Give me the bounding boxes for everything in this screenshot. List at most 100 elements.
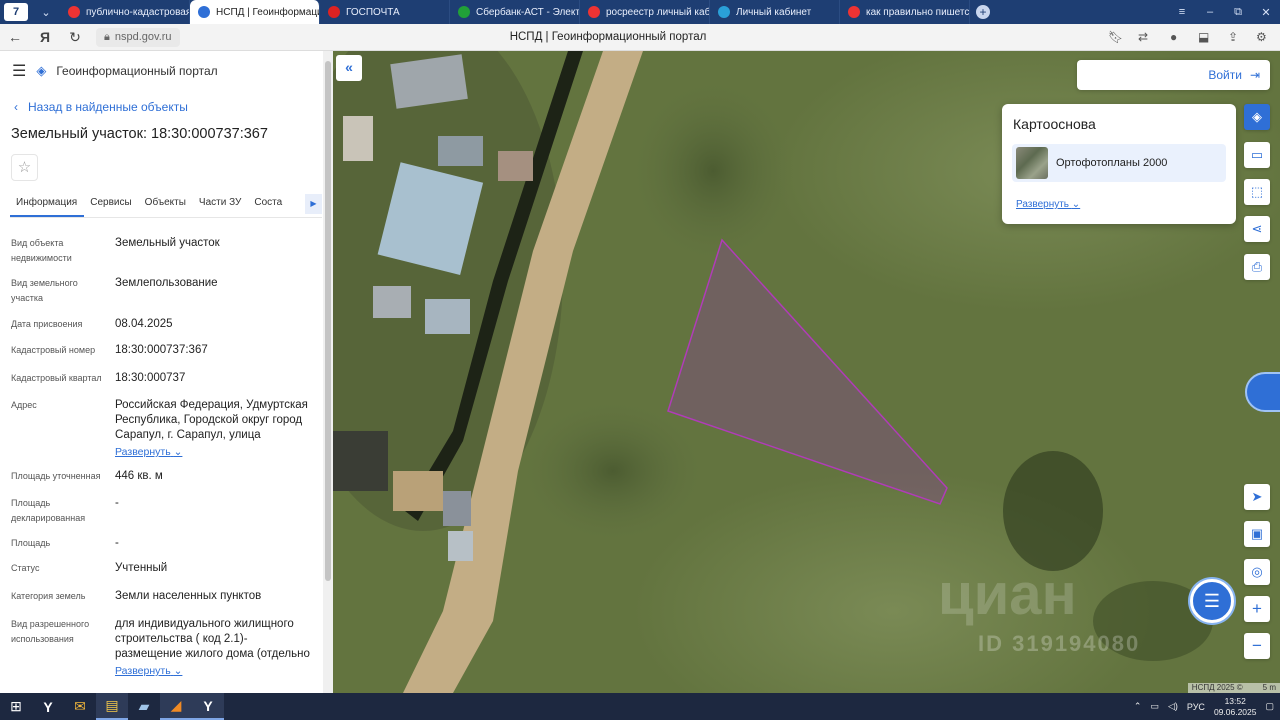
tab-parts[interactable]: Части ЗУ: [193, 191, 248, 217]
tab-title: росреестр личный кабин: [606, 6, 710, 18]
share-icon[interactable]: ⇪: [1228, 30, 1238, 44]
field-label: Вид разрешенного использования: [11, 619, 90, 644]
browser-tab[interactable]: ГОСПОЧТА: [320, 0, 450, 24]
tab-title: как правильно пишется к: [866, 6, 970, 18]
tab-objects[interactable]: Объекты: [139, 191, 193, 217]
login-icon: ⇥: [1249, 68, 1260, 82]
notes-app-icon[interactable]: ▰: [128, 693, 160, 720]
select-area-icon[interactable]: ⬚: [1244, 179, 1270, 205]
settings-icon[interactable]: ⚙: [1256, 30, 1267, 44]
extension-icon[interactable]: ●: [1170, 30, 1177, 44]
restore-window-icon[interactable]: ⧉: [1224, 6, 1252, 19]
downloads-icon[interactable]: ⬓: [1198, 30, 1209, 44]
back-arrow-icon[interactable]: ←: [0, 29, 30, 45]
basemap-option-label: Ортофотопланы 2000: [1056, 157, 1168, 169]
field-value: 446 кв. м: [115, 470, 163, 482]
tab-services[interactable]: Сервисы: [84, 191, 138, 217]
login-button[interactable]: Войти ⇥: [1077, 60, 1270, 90]
address-bar: ← Я ↻ 🔒︎ nspd.gov.ru НСПД | Геоинформаци…: [0, 24, 1280, 51]
notifications-icon[interactable]: ▢: [1265, 701, 1274, 712]
print-icon[interactable]: ⎙: [1244, 254, 1270, 280]
expand-address-link[interactable]: Развернуть ⌄: [115, 445, 315, 460]
chevron-down-icon: ⌄: [173, 665, 183, 677]
yandex-taskbar-icon[interactable]: Y: [32, 693, 64, 720]
chevron-down-icon: ⌄: [1071, 199, 1081, 210]
field-value: Землепользование: [115, 277, 218, 289]
language-indicator[interactable]: РУС: [1187, 702, 1205, 712]
tabs-menu-chevron-icon[interactable]: ⌄: [32, 6, 60, 19]
scrollbar-thumb[interactable]: [325, 61, 331, 581]
browser-tab[interactable]: Личный кабинет: [710, 0, 840, 24]
minimize-window-icon[interactable]: –: [1196, 6, 1224, 19]
volume-icon[interactable]: ◁): [1168, 701, 1178, 712]
windows-taskbar: ⊞ Y ✉ ▤ ▰ ◢ Y ⌃ ▭ ◁) РУС 13:52 09.06.202…: [0, 693, 1280, 720]
browser-logo-icon[interactable]: 7: [4, 3, 28, 21]
tabs-scroll-right-icon[interactable]: ▶: [305, 194, 322, 214]
windows-start-icon[interactable]: ⊞: [0, 693, 32, 720]
feedback-button[interactable]: [1245, 372, 1280, 412]
sidebar-scrollbar[interactable]: [323, 51, 333, 693]
ruler-icon[interactable]: ▭: [1244, 142, 1270, 168]
tab-favicon-icon: [198, 6, 210, 18]
hamburger-menu-icon[interactable]: ☰: [12, 61, 26, 81]
navigate-arrow-icon[interactable]: ➤: [1244, 484, 1270, 510]
file-explorer-icon[interactable]: ▤: [96, 693, 128, 720]
scale-label: 5 m: [1262, 683, 1276, 692]
system-tray: ⌃ ▭ ◁) РУС 13:52 09.06.2025 ▢: [1134, 693, 1274, 720]
field-value: Земли населенных пунктов: [115, 590, 262, 602]
basemap-option-orthophoto[interactable]: Ортофотопланы 2000: [1012, 144, 1226, 182]
field-value: 08.04.2025: [115, 318, 173, 330]
basemap-expand-link[interactable]: Развернуть ⌄: [1016, 199, 1080, 210]
yandex-icon[interactable]: Я: [30, 29, 60, 45]
yandex-browser-icon[interactable]: Y: [192, 693, 224, 720]
chevron-down-icon: ⌄: [173, 446, 183, 458]
lock-icon: 🔒︎: [104, 30, 110, 43]
browser-menu-icon[interactable]: ≡: [1168, 6, 1196, 19]
share-icon[interactable]: ⋖: [1244, 216, 1270, 242]
locate-icon[interactable]: ◎: [1244, 559, 1270, 585]
tab-favicon-icon: [68, 6, 80, 18]
browser-tab[interactable]: НСПД | Геоинформацио✕: [190, 0, 320, 24]
tray-chevron-up-icon[interactable]: ⌃: [1134, 701, 1142, 712]
clock-date: 09.06.2025: [1213, 706, 1257, 717]
back-to-results-link[interactable]: ‹ Назад в найденные объекты: [14, 100, 188, 114]
field-label: Дата присвоения: [11, 319, 83, 329]
field-label: Вид объекта недвижимости: [11, 238, 72, 263]
close-window-icon[interactable]: ✕: [1252, 6, 1280, 19]
field-label: Вид земельного участка: [11, 278, 78, 303]
reload-icon[interactable]: ↻: [60, 29, 90, 46]
browser-tab[interactable]: росреестр личный кабин: [580, 0, 710, 24]
chat-icon[interactable]: ☰: [1190, 579, 1234, 623]
back-link-label: Назад в найденные объекты: [28, 100, 188, 114]
collapse-panel-button[interactable]: «: [336, 55, 362, 81]
browser-tab[interactable]: Сбербанк-АСТ - Электро: [450, 0, 580, 24]
expand-usage-link[interactable]: Развернуть ⌄: [115, 664, 315, 679]
tab-composition[interactable]: Соста: [248, 191, 289, 217]
layers-icon[interactable]: ◈: [1244, 104, 1270, 130]
field-value: 18:30:000737: [115, 372, 186, 384]
tab-favicon-icon: [848, 6, 860, 18]
tab-title: ГОСПОЧТА: [346, 6, 400, 18]
map-view[interactable]: циан ID 319194080 « Войти ⇥ Картооснова …: [333, 51, 1280, 693]
field-value: Земельный участок: [115, 237, 220, 249]
mail-app-icon[interactable]: ✉: [64, 693, 96, 720]
watermark-logo: циан: [938, 562, 1077, 627]
url-field[interactable]: 🔒︎ nspd.gov.ru: [96, 27, 180, 47]
app-icon[interactable]: ◢: [160, 693, 192, 720]
chevron-left-icon: ‹: [14, 100, 18, 114]
bookmark-icon[interactable]: 🔖︎: [1108, 30, 1123, 44]
tab-information[interactable]: Информация: [10, 191, 85, 217]
favorite-star-icon[interactable]: ☆: [11, 154, 38, 181]
browser-tab[interactable]: как правильно пишется к: [840, 0, 970, 24]
zoom-out-button[interactable]: −: [1244, 633, 1270, 659]
minimap-icon[interactable]: ▣: [1244, 521, 1270, 547]
field-value: -: [115, 537, 119, 549]
zoom-in-button[interactable]: +: [1244, 596, 1270, 622]
translate-icon[interactable]: ⇄: [1138, 30, 1148, 44]
field-label: Статус: [11, 563, 40, 573]
clock[interactable]: 13:52 09.06.2025: [1214, 696, 1257, 718]
browser-tab[interactable]: публично-кадастровая к: [60, 0, 190, 24]
network-icon[interactable]: ▭: [1150, 701, 1159, 712]
field-value-block: для индивидуального жилищного строительс…: [115, 617, 315, 679]
new-tab-button[interactable]: +: [976, 5, 990, 19]
